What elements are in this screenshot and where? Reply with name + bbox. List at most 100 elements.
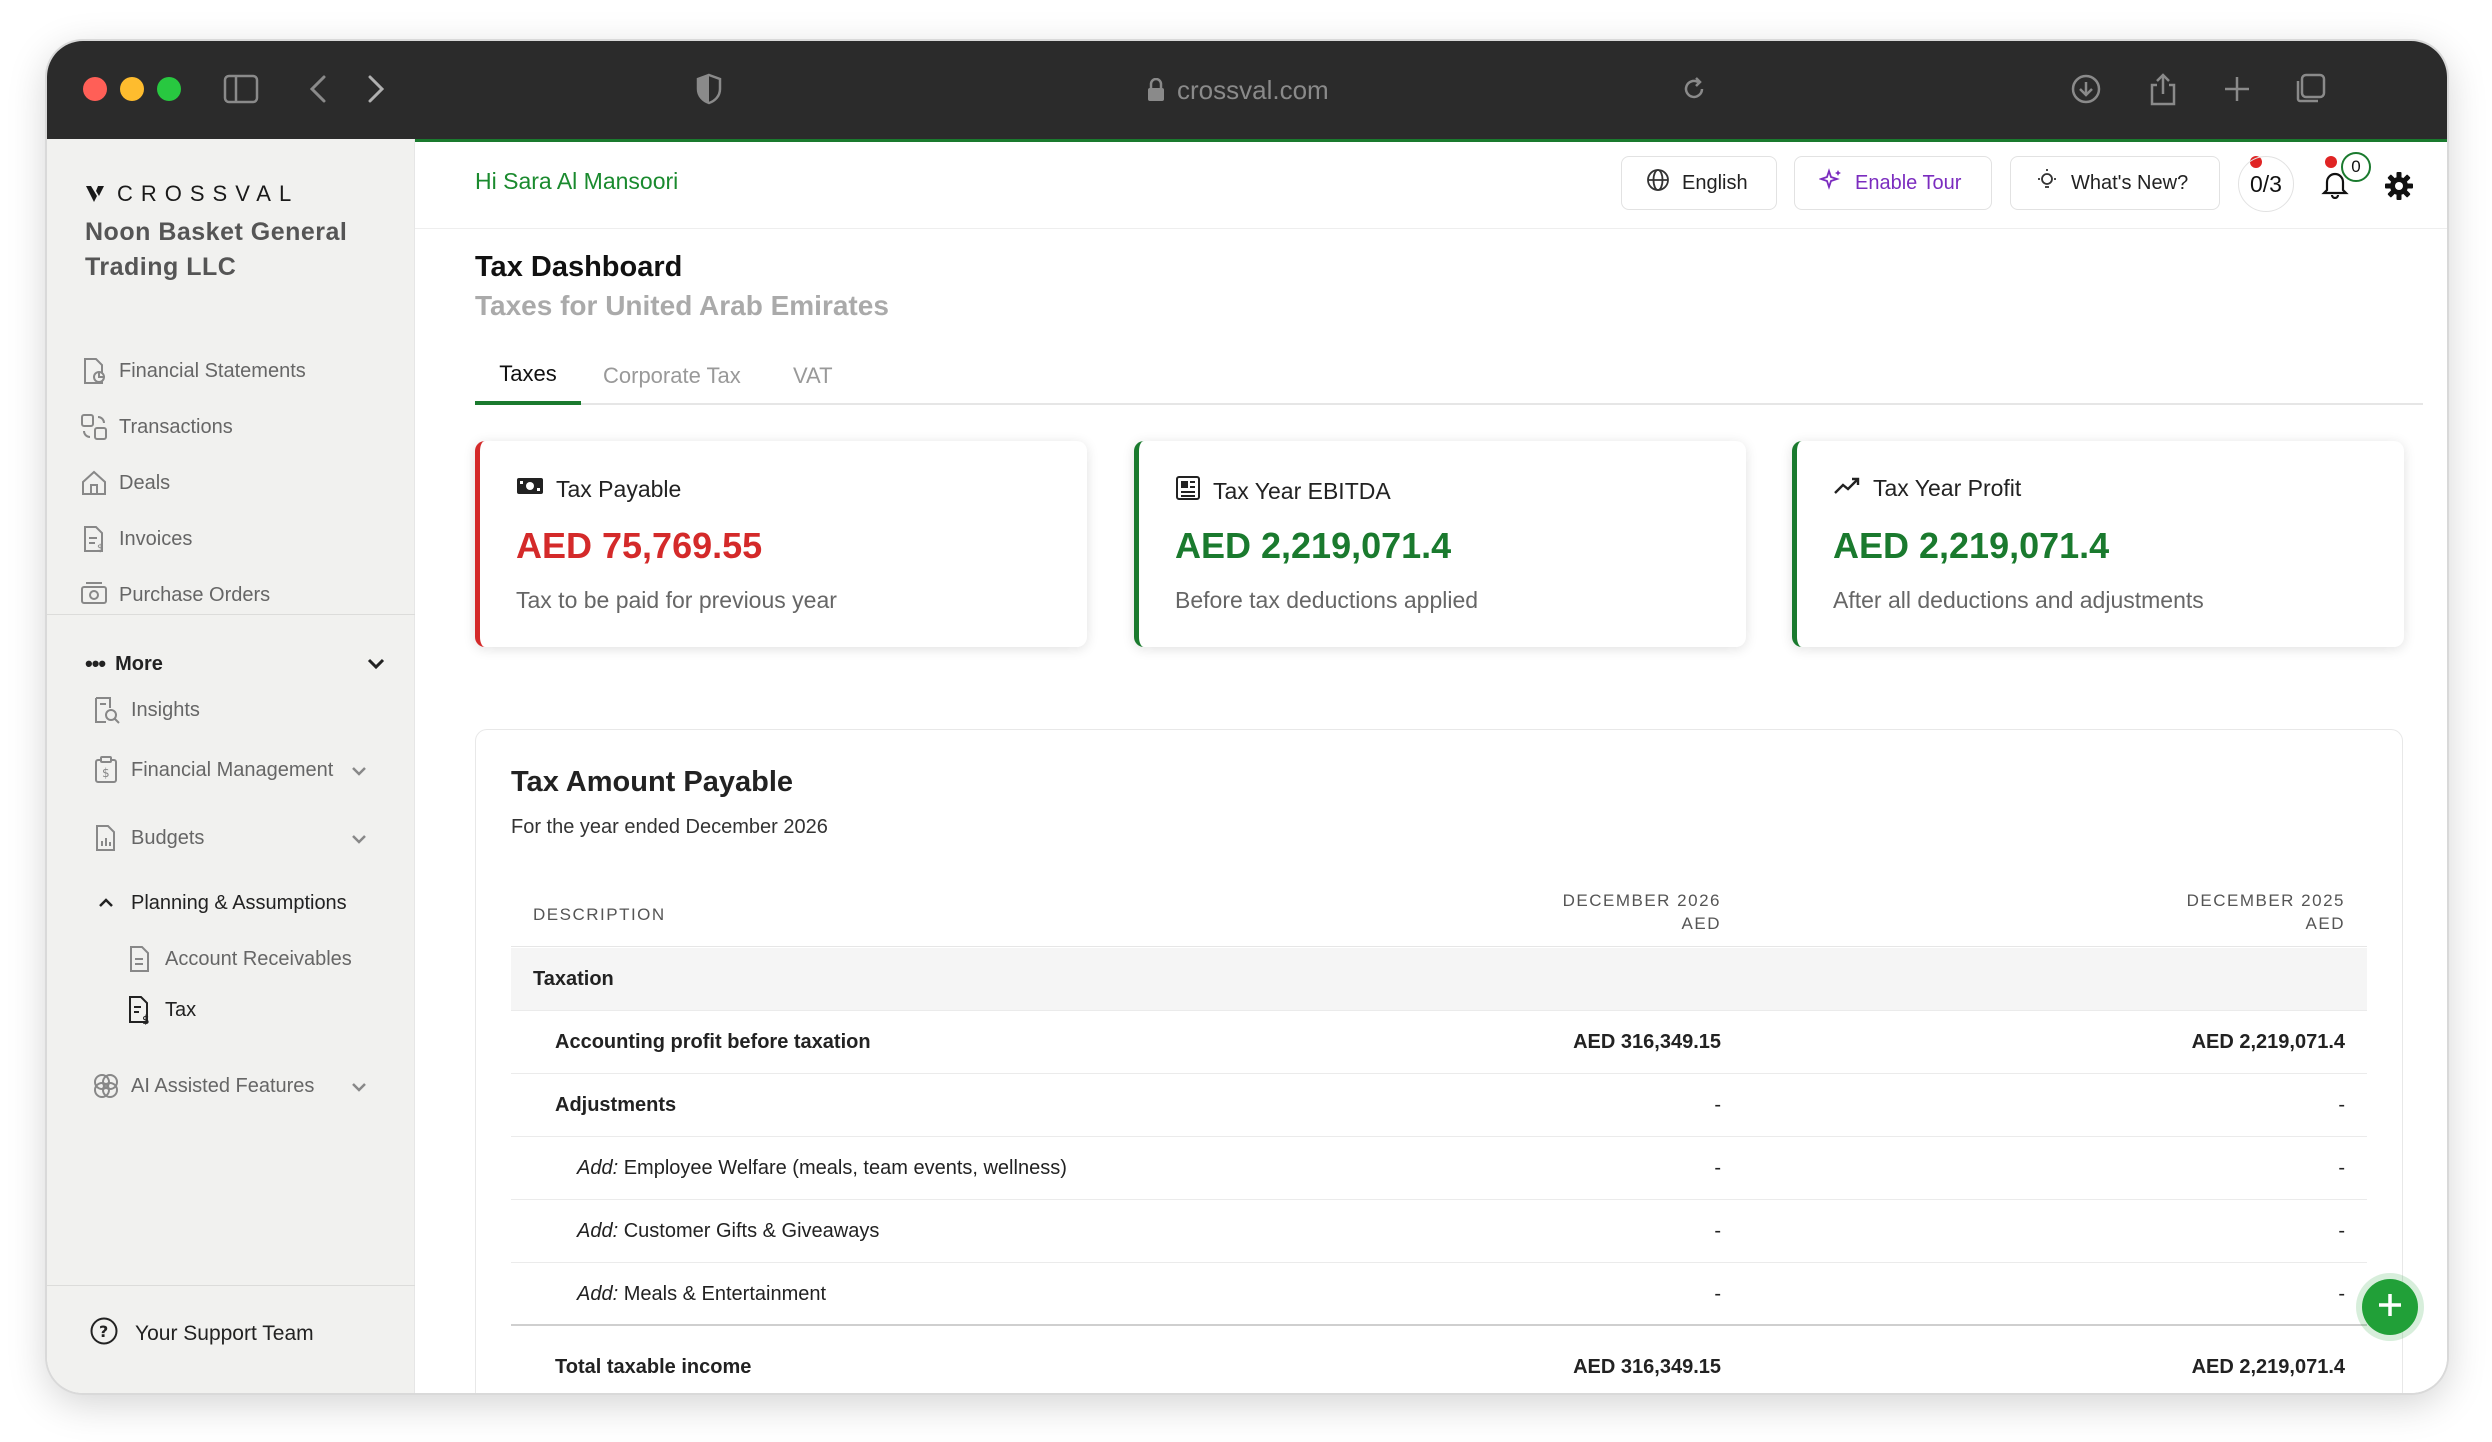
brand-name: CROSSVAL	[117, 181, 300, 206]
insights-icon	[91, 695, 121, 725]
more-dots-icon: •••	[85, 651, 106, 676]
tabs-overview-icon[interactable]	[2290, 69, 2330, 109]
sidebar-item-label: AI Assisted Features	[131, 1074, 315, 1097]
brand-logo[interactable]: CROSSVAL	[85, 181, 299, 207]
whats-new-label: What's New?	[2071, 171, 2189, 194]
sidebar-item-label: Budgets	[131, 826, 205, 849]
row-prefix: Add:	[577, 1283, 619, 1305]
sidebar-item-ai-assisted-features[interactable]: AI Assisted Features	[91, 1068, 391, 1104]
tab-taxes[interactable]: Taxes	[475, 361, 581, 405]
more-toggle[interactable]: ••• More	[85, 651, 385, 677]
sidebar-item-transactions[interactable]: Transactions	[79, 409, 233, 445]
newspaper-icon	[1175, 475, 1201, 507]
sidebar-item-account-receivables[interactable]: Account Receivables	[125, 941, 352, 977]
column-header-dec-2025: DECEMBER 2025 AED	[2187, 889, 2345, 935]
share-icon[interactable]	[2143, 69, 2183, 109]
card-title: Tax Year Profit	[1873, 475, 2022, 501]
section-label: Taxation	[533, 968, 614, 990]
more-label: More	[115, 652, 163, 675]
download-icon[interactable]	[2066, 69, 2106, 109]
tax-year-ebitda-card: Tax Year EBITDA AED 2,219,071.4 Before t…	[1134, 441, 1746, 647]
tax-amount-payable-panel: Tax Amount Payable For the year ended De…	[475, 729, 2403, 1393]
tab-corporate-tax[interactable]: Corporate Tax	[603, 363, 741, 407]
brain-icon	[91, 1071, 121, 1101]
column-header-label: DECEMBER 2026	[1562, 891, 1721, 910]
sidebar-item-tax[interactable]: $ Tax	[125, 992, 196, 1028]
sidebar-item-invoices[interactable]: $ Invoices	[79, 521, 192, 557]
sidebar-divider	[47, 1285, 415, 1286]
whats-new-button[interactable]: What's New?	[2010, 156, 2220, 210]
sidebar-item-budgets[interactable]: Budgets	[91, 820, 391, 856]
lightbulb-icon	[2035, 168, 2059, 198]
svg-text:?: ?	[99, 1322, 108, 1341]
svg-text:$: $	[102, 766, 110, 780]
cash-icon	[516, 475, 544, 503]
card-value: AED 2,219,071.4	[1175, 525, 1452, 566]
close-window-button[interactable]	[83, 77, 107, 101]
chevron-down-icon	[351, 759, 367, 782]
new-tab-icon[interactable]	[2217, 69, 2257, 109]
progress-indicator[interactable]: 0/3	[2238, 156, 2294, 212]
support-team-link[interactable]: ? Your Support Team	[89, 1316, 314, 1352]
maximize-window-button[interactable]	[157, 77, 181, 101]
address-bar[interactable]: crossval.com	[1147, 71, 1367, 109]
column-header-unit: AED	[2305, 914, 2345, 933]
column-header-dec-2026: DECEMBER 2026 AED	[1563, 889, 1721, 935]
language-button[interactable]: English	[1621, 156, 1777, 210]
tab-vat[interactable]: VAT	[793, 363, 833, 407]
add-button[interactable]	[2362, 1279, 2418, 1335]
table-row: Add: Meals & Entertainment - -	[511, 1263, 2367, 1326]
sidebar-item-label: Deals	[119, 471, 171, 494]
help-icon: ?	[89, 1316, 119, 1352]
sidebar-item-insights[interactable]: Insights	[91, 692, 391, 728]
row-value-2025: -	[2338, 1283, 2345, 1305]
row-label: Adjustments	[555, 1094, 677, 1116]
row-value-2026: AED 316,349.15	[1573, 1031, 1721, 1053]
panel-title: Tax Amount Payable	[511, 766, 794, 798]
row-value-2026: -	[1714, 1157, 1721, 1179]
shield-icon[interactable]	[689, 69, 729, 109]
reload-icon[interactable]	[1674, 69, 1714, 109]
gear-icon[interactable]	[2383, 170, 2415, 207]
browser-window: crossval.com CROSSVAL Noon Basket Genera…	[47, 41, 2447, 1393]
row-value-2025: AED 2,219,071.4	[2191, 1356, 2345, 1378]
row-value-2025: AED 2,219,071.4	[2191, 1031, 2345, 1053]
chevron-down-icon	[351, 827, 367, 850]
sidebar-item-planning-assumptions[interactable]: Planning & Assumptions	[91, 885, 391, 921]
sidebar-toggle-icon[interactable]	[221, 69, 261, 109]
language-label: English	[1682, 171, 1748, 194]
tax-year-profit-card: Tax Year Profit AED 2,219,071.4 After al…	[1792, 441, 2404, 647]
notification-count: 0	[2341, 152, 2371, 182]
notifications-button[interactable]: 0	[2315, 152, 2371, 206]
table-row: Accounting profit before taxation AED 31…	[511, 1011, 2367, 1074]
sidebar-item-deals[interactable]: Deals	[79, 465, 170, 501]
sidebar-item-label: Purchase Orders	[119, 583, 271, 606]
back-icon[interactable]	[298, 69, 338, 109]
minimize-window-button[interactable]	[120, 77, 144, 101]
sidebar-item-label: Account Receivables	[165, 947, 352, 970]
purchase-order-icon	[79, 580, 109, 610]
greeting: Hi Sara Al Mansoori	[475, 168, 679, 194]
forward-icon[interactable]	[356, 69, 396, 109]
support-label: Your Support Team	[135, 1322, 314, 1345]
table-row: Adjustments - -	[511, 1074, 2367, 1137]
top-bar: Hi Sara Al Mansoori English Enable Tour …	[415, 139, 2447, 229]
card-description: Tax to be paid for previous year	[516, 587, 837, 613]
sidebar-item-financial-statements[interactable]: Financial Statements	[79, 353, 306, 389]
sidebar-item-purchase-orders[interactable]: Purchase Orders	[79, 577, 270, 613]
exchange-icon	[79, 412, 109, 442]
card-value: AED 2,219,071.4	[1833, 525, 2110, 566]
sidebar-item-label: Planning & Assumptions	[131, 891, 347, 914]
enable-tour-label: Enable Tour	[1855, 171, 1962, 194]
svg-text:$: $	[142, 1013, 150, 1025]
sidebar-item-label: Financial Management	[131, 758, 334, 781]
company-name: Noon Basket General Trading LLC	[85, 218, 348, 281]
table-row: Add: Employee Welfare (meals, team event…	[511, 1137, 2367, 1200]
table-header: DESCRIPTION DECEMBER 2026 AED DECEMBER 2…	[511, 885, 2367, 947]
row-prefix: Add:	[577, 1220, 619, 1242]
enable-tour-button[interactable]: Enable Tour	[1794, 156, 1992, 210]
row-value-2025: -	[2338, 1094, 2345, 1116]
row-value-2026: AED 316,349.15	[1573, 1356, 1721, 1378]
document-icon	[125, 944, 155, 974]
sidebar-item-financial-management[interactable]: $ Financial Management	[91, 752, 391, 788]
